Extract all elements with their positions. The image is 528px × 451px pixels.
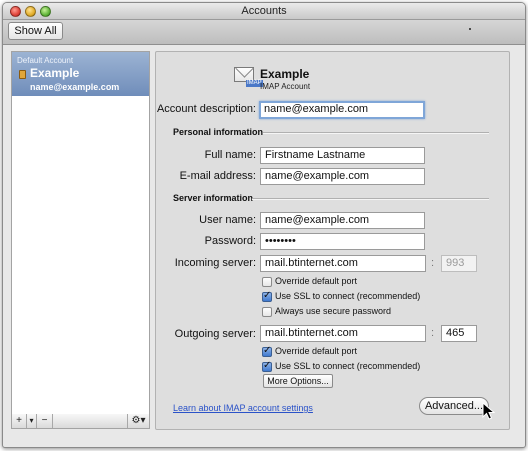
incoming-server-field[interactable]: mail.btinternet.com [260,255,426,272]
learn-imap-settings-link[interactable]: Learn about IMAP account settings [173,403,313,413]
outgoing-server-field[interactable]: mail.btinternet.com [260,325,426,342]
account-description-field[interactable]: name@example.com [259,101,425,119]
add-account-button[interactable]: + [12,414,27,428]
gear-icon[interactable]: ⚙▾ [127,414,149,428]
more-options-button[interactable]: More Options... [263,374,333,388]
advanced-button[interactable]: Advanced... [419,397,489,415]
account-name: Example [30,66,80,80]
incoming-use-ssl-checkbox[interactable] [262,290,272,302]
outgoing-port-field[interactable]: 465 [441,325,477,342]
incoming-use-ssl-label: Use SSL to connect (recommended) [275,291,421,301]
incoming-port-separator: : [431,257,435,269]
outgoing-override-port-label: Override default port [275,346,358,356]
email-address-label: E-mail address: [179,170,256,182]
incoming-override-port-checkbox[interactable] [262,277,272,287]
account-list-item-example[interactable]: Default Account Example name@example.com [12,52,149,96]
account-title: Example [260,67,310,81]
server-info-heading: Server information [173,193,254,203]
secure-password-checkbox[interactable] [262,307,272,317]
incoming-override-port-label: Override default port [275,276,358,286]
personal-info-heading: Personal information [173,127,264,137]
full-name-label: Full name: [204,149,256,161]
full-name-field[interactable]: Firstname Lastname [260,147,425,164]
outgoing-server-label: Outgoing server: [174,328,256,340]
default-account-label: Default Account [17,56,74,65]
incoming-port-field: 993 [441,255,477,272]
email-address-field[interactable]: name@example.com [260,168,425,185]
user-name-field[interactable]: name@example.com [260,212,425,229]
incoming-server-label: Incoming server: [174,257,256,269]
outgoing-port-separator: : [431,327,435,339]
account-email: name@example.com [30,82,120,92]
password-field[interactable]: •••••••• [260,233,425,250]
secure-password-label: Always use secure password [275,306,392,316]
toolbar: Show All [3,20,525,45]
toolbar-dot [469,28,471,30]
title-bar: Accounts [3,3,525,20]
mouse-cursor-icon [482,402,496,420]
password-label: Password: [204,235,256,247]
account-description-label: Account description: [156,103,256,115]
user-name-label: User name: [199,214,256,226]
outgoing-override-port-checkbox[interactable] [262,345,272,357]
remove-account-button[interactable]: − [37,414,53,428]
account-list-toolbar: + ▾ − ⚙▾ [11,414,150,429]
show-all-button[interactable]: Show All [8,22,63,40]
add-account-menu-icon[interactable]: ▾ [27,414,37,428]
outgoing-use-ssl-checkbox[interactable] [262,360,272,372]
account-status-icon [19,70,26,79]
outgoing-use-ssl-label: Use SSL to connect (recommended) [275,361,421,371]
personal-info-divider [263,132,489,134]
account-type: IMAP Account [260,82,311,91]
server-info-divider [252,198,489,200]
window-title: Accounts [241,5,287,17]
